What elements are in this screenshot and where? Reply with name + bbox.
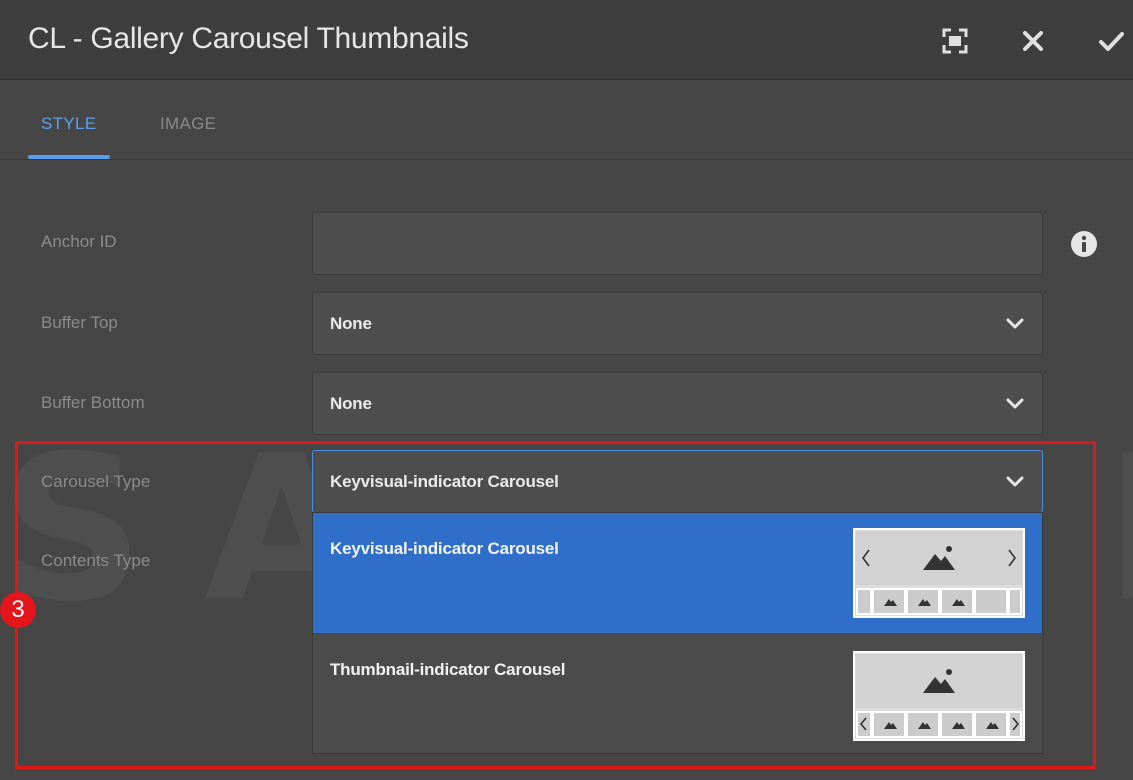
option-label: Thumbnail-indicator Carousel <box>330 660 566 679</box>
chevron-down-icon <box>1006 318 1024 329</box>
check-icon[interactable] <box>1096 26 1126 56</box>
carousel-type-dropdown: Keyvisual-indicator Carousel Thumbnail-i… <box>312 512 1043 754</box>
buffer-top-value: None <box>330 314 372 333</box>
tab-image[interactable]: IMAGE <box>160 114 216 134</box>
tab-style[interactable]: STYLE <box>41 114 96 134</box>
step-number-badge: 3 <box>0 592 36 628</box>
anchor-id-label: Anchor ID <box>41 232 117 251</box>
buffer-bottom-label: Buffer Bottom <box>41 393 145 412</box>
option-thumbnail-indicator-carousel[interactable]: Thumbnail-indicator Carousel <box>313 634 1042 754</box>
buffer-bottom-value: None <box>330 394 372 413</box>
dialog-title: CL - Gallery Carousel Thumbnails <box>28 22 469 55</box>
keyvisual-carousel-preview-icon <box>853 528 1025 618</box>
carousel-type-value: Keyvisual-indicator Carousel <box>330 472 559 491</box>
carousel-type-label: Carousel Type <box>41 472 151 491</box>
buffer-top-label: Buffer Top <box>41 313 118 332</box>
anchor-id-input[interactable] <box>312 212 1043 275</box>
chevron-down-icon <box>1006 476 1024 487</box>
info-icon[interactable] <box>1070 230 1098 258</box>
chevron-down-icon <box>1006 398 1024 409</box>
thumbnail-carousel-preview-icon <box>853 651 1025 741</box>
dialog-header: CL - Gallery Carousel Thumbnails <box>0 0 1133 80</box>
fullscreen-icon[interactable] <box>940 26 970 56</box>
carousel-type-select[interactable]: Keyvisual-indicator Carousel <box>312 450 1043 513</box>
contents-type-label: Contents Type <box>41 551 151 570</box>
option-keyvisual-indicator-carousel[interactable]: Keyvisual-indicator Carousel <box>313 513 1042 633</box>
close-icon[interactable] <box>1018 26 1048 56</box>
active-tab-indicator <box>28 155 110 159</box>
buffer-top-select[interactable]: None <box>312 292 1043 355</box>
buffer-bottom-select[interactable]: None <box>312 372 1043 435</box>
option-label: Keyvisual-indicator Carousel <box>330 539 559 558</box>
tab-bar: STYLE IMAGE <box>0 80 1133 160</box>
